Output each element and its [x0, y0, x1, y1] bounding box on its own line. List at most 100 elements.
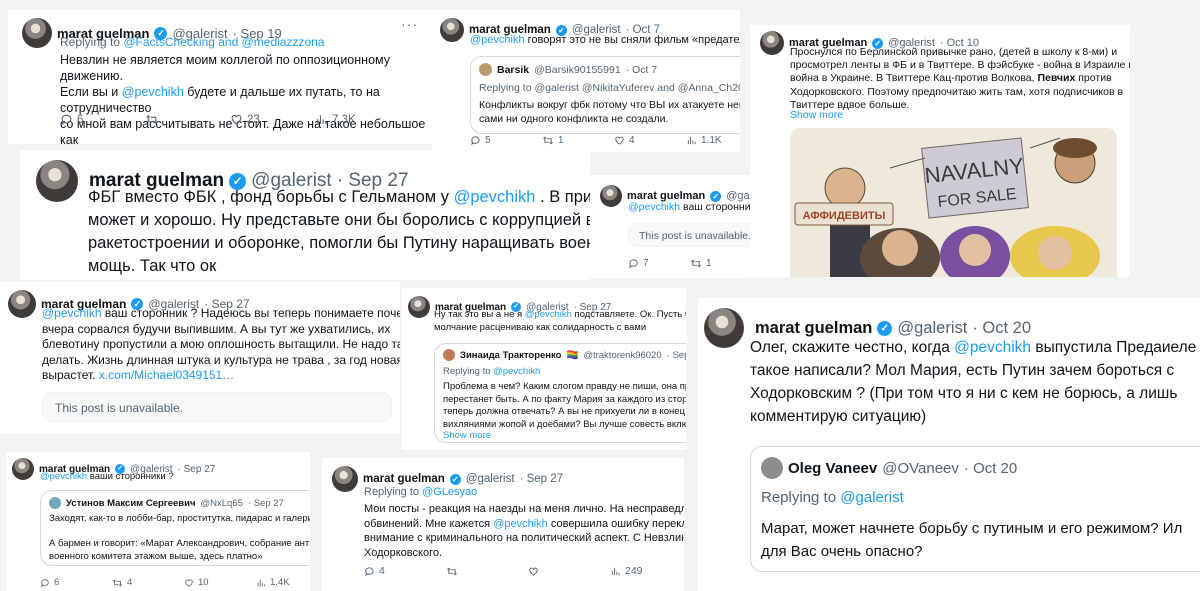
replying-to: Replying to @FactsChecking and @mediazzz…	[60, 35, 325, 49]
heart-icon	[185, 578, 193, 587]
tweet-card-glesyao[interactable]: marat guelman ✓ @galerist · Sep 27 Reply…	[322, 458, 684, 591]
quoted-text: Конфликты вокруг фбк потому что ВЫ их ат…	[479, 99, 740, 125]
avatar[interactable]	[760, 31, 784, 55]
show-more-link[interactable]: Show more	[790, 109, 843, 121]
like-button[interactable]: 10	[184, 577, 256, 588]
quoted-author-name: Barsik	[497, 63, 530, 76]
show-more-link[interactable]: Show more	[443, 430, 491, 441]
views-icon	[257, 579, 265, 586]
retweet-button[interactable]	[446, 566, 528, 577]
tweet-card-supporters-joke[interactable]: marat guelman ✓ @galerist · Sep 27 @pevc…	[6, 452, 310, 591]
replying-to-users[interactable]: @FactsChecking and @mediazzzona	[123, 35, 324, 49]
mention-link[interactable]: @pevchikh	[525, 309, 572, 320]
reply-button[interactable]: 6	[40, 577, 112, 588]
replying-to-user[interactable]: @GLesyao	[422, 486, 477, 498]
post-date[interactable]: · Oct 20	[972, 319, 1031, 338]
attached-image[interactable]: NAVALNY FOR SALE АФФИДЕВИТЫ	[790, 128, 1117, 277]
heart-icon	[615, 136, 624, 145]
avatar[interactable]	[332, 466, 358, 492]
tweet-card-oct7[interactable]: marat guelman ✓ @galerist · Oct 7 @pevch…	[432, 10, 740, 152]
like-button[interactable]: 23	[230, 113, 315, 126]
author-name[interactable]: marat guelman	[755, 319, 872, 338]
mention-link[interactable]: @pevchikh	[40, 471, 87, 482]
quoted-author-handle: @Barsik90155991	[534, 63, 621, 76]
retweet-icon	[543, 136, 553, 145]
like-button[interactable]	[528, 566, 610, 577]
tweet-card-supporter-drunk[interactable]: marat guelman ✓ @galerist · Sep 27 @pevc…	[0, 282, 400, 434]
quoted-author-name: Зинаида Тракторенко	[460, 349, 562, 361]
quoted-text: Проблема в чем? Каким слогом правду не п…	[443, 381, 686, 430]
mention-link[interactable]: @pevchikh	[454, 188, 536, 206]
retweet-icon	[113, 578, 122, 587]
heart-icon	[529, 567, 538, 576]
tweet-card-traktorenko[interactable]: marat guelman ✓ @galerist · Sep 27 Ну та…	[402, 288, 686, 450]
tweet-text: ФБГ вместо ФБК , фонд борьбы с Гельманом…	[88, 188, 590, 275]
tweet-card-sep19[interactable]: marat guelman ✓ @galerist · Sep 19 ··· R…	[8, 10, 432, 144]
avatar[interactable]	[8, 290, 36, 318]
avatar[interactable]	[704, 308, 744, 348]
quoted-tweet[interactable]: Устинов Максим Сергеевич @NxLq65 · Sep 2…	[40, 490, 310, 566]
tweet-card-supporter[interactable]: marat guelman ✓ @galeris @pevchikh ваш с…	[590, 175, 750, 278]
reply-icon	[628, 259, 638, 269]
tweet-text: Мои посты - реакция на наезды на меня ли…	[364, 503, 684, 559]
verified-badge-icon: ✓	[877, 320, 893, 336]
author-handle[interactable]: @galerist	[466, 473, 515, 485]
avatar[interactable]	[22, 18, 52, 48]
views-button[interactable]: 1.4K	[256, 577, 296, 588]
quoted-author-name: Oleg Vaneev	[788, 459, 878, 477]
tweet-card-oct20[interactable]: marat guelman ✓ @galerist · Oct 20 Олег,…	[698, 298, 1200, 591]
mention-link[interactable]: @pevchikh	[493, 518, 548, 530]
retweet-button[interactable]: 4	[112, 577, 184, 588]
mention-link[interactable]: @pevchikh	[42, 306, 102, 320]
action-bar: 6 23 7.3K	[60, 113, 420, 126]
quoted-tweet[interactable]: Зинаида Тракторенко 🏳️‍🌈 @traktorenk9602…	[434, 343, 686, 443]
mention-link[interactable]: @pevchikh	[954, 339, 1031, 356]
retweet-button[interactable]: 1	[542, 135, 614, 146]
quoted-avatar	[443, 349, 455, 361]
reply-button[interactable]: 6	[60, 113, 145, 126]
reply-button[interactable]: 7	[628, 258, 690, 269]
avatar[interactable]	[600, 185, 622, 207]
views-button[interactable]: 1.1K	[686, 135, 730, 146]
post-date[interactable]: · Sep 27	[520, 473, 563, 485]
unavailable-post-notice: This post is unavailable.	[628, 223, 750, 247]
retweet-icon	[447, 567, 457, 575]
quoted-date: · Sep	[666, 349, 686, 361]
tweet-card-sep27-fbg[interactable]: marat guelman ✓ @galerist · Sep 27 ФБГ в…	[20, 150, 590, 280]
retweet-button[interactable]	[145, 113, 230, 126]
rainbow-flag-icon: 🏳️‍🌈	[566, 349, 579, 361]
quoted-avatar	[49, 497, 61, 509]
avatar[interactable]	[440, 18, 464, 42]
author-handle[interactable]: @galerist	[897, 319, 967, 338]
mention-link[interactable]: @pevchikh	[470, 34, 525, 46]
tweet-text: @pevchikh ваш сторонник ? Надеюсь вы теп…	[42, 306, 400, 382]
replying-to: Replying to @GLesyao	[364, 486, 478, 498]
quoted-tweet[interactable]: Barsik @Barsik90155991 · Oct 7 Replying …	[470, 56, 740, 134]
quoted-tweet[interactable]: Oleg Vaneev @OVaneev · Oct 20 Replying t…	[750, 446, 1200, 572]
like-button[interactable]: 4	[614, 135, 686, 146]
avatar[interactable]	[36, 160, 78, 202]
mention-link[interactable]: @pevchikh	[628, 201, 680, 213]
views-button[interactable]: 7.3K	[315, 113, 400, 126]
avatar[interactable]	[408, 296, 430, 318]
retweet-button[interactable]: 1	[690, 258, 740, 269]
reply-button[interactable]: 5	[470, 135, 542, 146]
reply-button[interactable]: 4	[364, 565, 446, 577]
author-name[interactable]: marat guelman	[363, 473, 445, 485]
quoted-replying-to: Replying to @galerist @NikitaYuferev and…	[479, 82, 740, 94]
image-sign-text: АФФИДЕВИТЫ	[803, 210, 886, 222]
external-link[interactable]: x.com/Michael0349151…	[99, 368, 234, 382]
views-icon	[611, 567, 620, 575]
avatar[interactable]	[12, 458, 34, 480]
tweet-text: Проснулся по Берлинской привычке рано, (…	[790, 46, 1130, 111]
action-bar: 5 1 4 1.1K	[470, 135, 730, 146]
views-button[interactable]: 249	[610, 565, 660, 577]
action-bar: 7 1	[628, 258, 740, 269]
views-icon	[687, 136, 696, 145]
heart-icon	[231, 114, 242, 125]
quoted-date: · Oct 20	[963, 459, 1018, 477]
mention-link[interactable]: @pevchikh	[122, 85, 184, 99]
post-date[interactable]: · Sep 27	[178, 464, 216, 475]
tweet-card-oct10[interactable]: marat guelman ✓ @galerist · Oct 10 Просн…	[750, 25, 1130, 277]
more-icon[interactable]: ···	[401, 16, 418, 32]
